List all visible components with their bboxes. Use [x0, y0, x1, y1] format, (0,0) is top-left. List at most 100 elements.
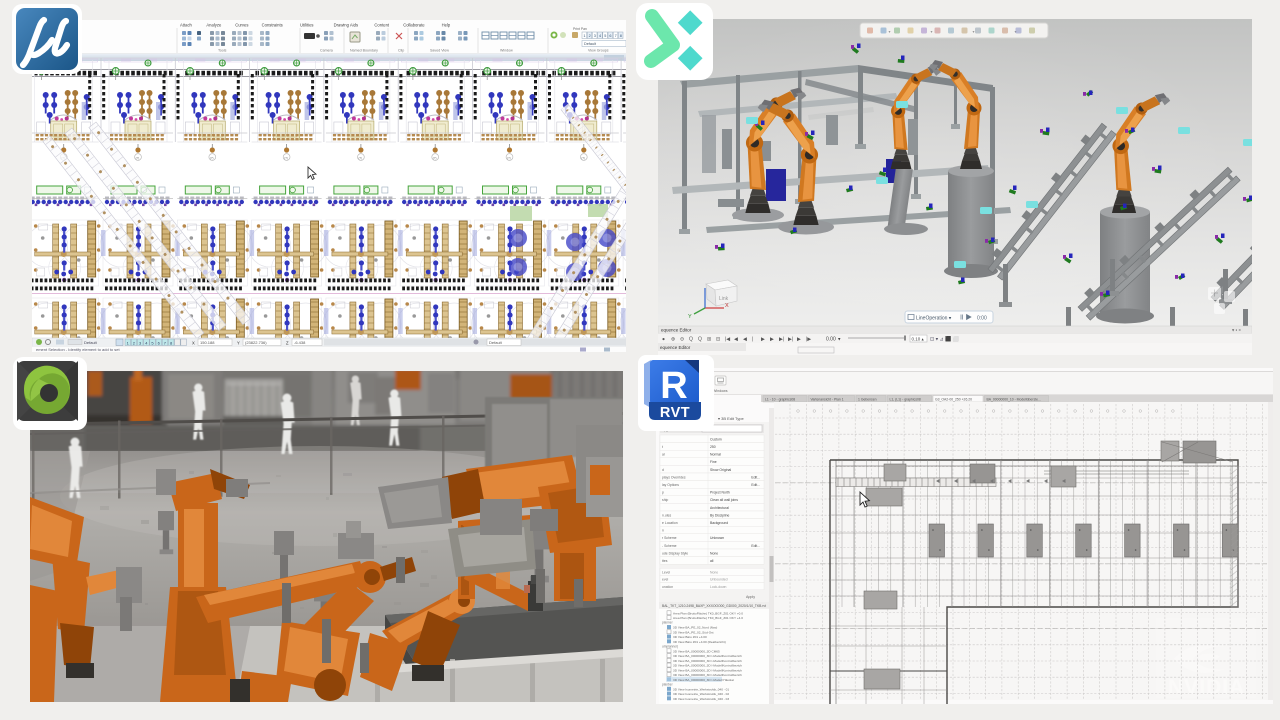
- svg-text:al: al: [662, 453, 665, 457]
- svg-text:None: None: [710, 551, 718, 555]
- svg-text:3D View BA_00000000_3D I-Mode: 3D View BA_00000000_3D I-Modell Häuslat: [673, 678, 734, 682]
- svg-text:3D View BA_PE_02_Süd-Ost: 3D View BA_PE_02_Süd-Ost: [673, 630, 714, 634]
- svg-text:3D View BA_00000000_3D I-Mode: 3D View BA_00000000_3D I-ModellKontrollb…: [673, 668, 742, 672]
- svg-text:3D View BA_PE_02_Nord (Nav): 3D View BA_PE_02_Nord (Nav): [673, 626, 717, 630]
- svg-text:▶: ▶: [761, 337, 765, 343]
- svg-text:None: None: [710, 570, 718, 574]
- svg-text:7: 7: [615, 34, 617, 38]
- svg-text:0.00: 0.00: [826, 337, 836, 343]
- svg-text:Custom: Custom: [710, 437, 722, 441]
- svg-text:Unknown: Unknown: [710, 536, 724, 540]
- svg-text:d: d: [662, 468, 664, 472]
- svg-text:2: 2: [589, 34, 591, 38]
- svg-text:ude Display Style: ude Display Style: [662, 551, 688, 555]
- svg-text:▾: ▾: [931, 29, 933, 34]
- svg-text:planner: planner: [662, 621, 674, 625]
- svg-text:150.188: 150.188: [200, 340, 215, 345]
- svg-text:Saved View: Saved View: [430, 49, 449, 53]
- svg-text:X: X: [725, 303, 729, 309]
- svg-text:3D View Isometrie_Werkstruktk: 3D View Isometrie_Werkstruktk_040 - 01: [673, 687, 729, 691]
- svg-text:Edit...: Edit...: [751, 544, 760, 548]
- svg-text:lay Options: lay Options: [662, 483, 679, 487]
- svg-text:▶|: ▶|: [788, 337, 793, 343]
- svg-text:Default: Default: [489, 340, 503, 345]
- svg-text:Constraints: Constraints: [262, 23, 283, 28]
- svg-text:Analyze: Analyze: [206, 23, 222, 28]
- svg-text:ement Selection - Identify ele: ement Selection - Identify element to ad…: [36, 347, 120, 352]
- svg-text:Utilities: Utilities: [300, 23, 314, 28]
- svg-text:Edit...: Edit...: [751, 483, 760, 487]
- svg-text:Window: Window: [500, 49, 513, 53]
- svg-text:Drawing Aids: Drawing Aids: [334, 23, 358, 28]
- svg-text:By Discipline: By Discipline: [710, 513, 730, 517]
- svg-text:Curves: Curves: [235, 23, 248, 28]
- svg-text:Print Pan: Print Pan: [573, 27, 587, 31]
- svg-text:ship: ship: [662, 498, 668, 502]
- svg-text:⊞: ⊞: [707, 337, 711, 343]
- svg-text:Edit...: Edit...: [751, 475, 760, 479]
- svg-text:L1 - 10 - graphics08: L1 - 10 - graphics08: [765, 398, 795, 402]
- svg-text:3D View BA_00000000_3D I-Mode: 3D View BA_00000000_3D I-ModellKontrollb…: [673, 654, 742, 658]
- svg-text:▾ 3B Edit Type: ▾ 3B Edit Type: [718, 416, 745, 421]
- svg-text:3D View BA_00000000_3D CM65: 3D View BA_00000000_3D CM65: [673, 649, 720, 653]
- svg-text:▶|: ▶|: [779, 337, 784, 343]
- svg-text:Help: Help: [442, 23, 451, 28]
- svg-text:⊕: ⊕: [671, 337, 675, 343]
- svg-text:3D View BA_00000000_3D I-Mode: 3D View BA_00000000_3D I-ModellKontrollb…: [673, 673, 742, 677]
- svg-text:Normal: Normal: [710, 453, 721, 457]
- svg-text:-6.438: -6.438: [294, 340, 306, 345]
- svg-text:▶: ▶: [770, 337, 774, 343]
- svg-text:r Scheme: r Scheme: [662, 536, 677, 540]
- svg-text:◀: ◀: [743, 337, 747, 343]
- svg-text:0:00: 0:00: [977, 316, 987, 322]
- svg-text:p: p: [662, 491, 664, 495]
- svg-text:Default: Default: [584, 42, 597, 46]
- svg-text:Clean all wall joins: Clean all wall joins: [710, 498, 738, 502]
- svg-text:Show Original: Show Original: [710, 468, 731, 472]
- svg-text:plays Overrides: plays Overrides: [662, 475, 686, 479]
- svg-text:L1, (L1) - graphics08: L1, (L1) - graphics08: [890, 398, 921, 402]
- svg-text:BA_00000000_10 - Modellüberste: BA_00000000_10 - Modellüberste...: [987, 398, 1041, 402]
- svg-text:4: 4: [599, 34, 601, 38]
- svg-text:⊟: ⊟: [716, 337, 720, 343]
- svg-text:Camera: Camera: [320, 49, 333, 53]
- svg-text:3D View BA_00000000_3D I-Mode: 3D View BA_00000000_3D I-ModellKontrollb…: [673, 659, 742, 663]
- svg-text:3D View Bäro Z01 +4.00 (Realb: 3D View Bäro Z01 +4.00 (Realbezicht): [673, 640, 726, 644]
- svg-text:Content: Content: [374, 23, 390, 28]
- svg-text:0.10 ▴: 0.10 ▴: [912, 337, 925, 342]
- svg-text:t: t: [662, 445, 663, 449]
- svg-text:LineOperation ▾: LineOperation ▾: [916, 316, 952, 322]
- svg-text:3D View Isometrie_Werkstruktk: 3D View Isometrie_Werkstruktk_040 - 02: [673, 692, 729, 696]
- svg-text:unation: unation: [662, 585, 673, 589]
- svg-text:n: n: [662, 529, 664, 533]
- svg-text:Clip: Clip: [398, 49, 404, 53]
- svg-text:G3_OA2-00_250 +26.20: G3_OA2-00_250 +26.20: [935, 398, 972, 402]
- svg-text:Windows: Windows: [713, 389, 728, 393]
- svg-text:Fine: Fine: [710, 460, 717, 464]
- svg-text:Q: Q: [698, 337, 702, 343]
- svg-text:5: 5: [604, 34, 606, 38]
- svg-text:R: R: [660, 365, 687, 407]
- svg-text:all: all: [710, 559, 714, 563]
- svg-text:planber: planber: [662, 682, 674, 686]
- svg-text:Named Boundary: Named Boundary: [350, 49, 378, 53]
- svg-text:3D View Bäro Z01 +4.00: 3D View Bäro Z01 +4.00: [673, 635, 707, 639]
- svg-text:|◀: |◀: [725, 337, 730, 343]
- svg-text:Lock-down: Lock-down: [710, 585, 727, 589]
- svg-text:View Groups: View Groups: [588, 49, 609, 53]
- svg-text:Collaborate: Collaborate: [403, 23, 425, 28]
- svg-text:◀: ◀: [734, 337, 738, 343]
- svg-text:Vartenansicht - Plan 1: Vartenansicht - Plan 1: [811, 398, 844, 402]
- svg-text:▾ ▪ ×: ▾ ▪ ×: [1232, 328, 1241, 333]
- svg-text:|: |: [752, 337, 753, 343]
- svg-text:3: 3: [594, 34, 596, 38]
- svg-text:NVIDIA: NVIDIA: [1168, 676, 1245, 699]
- svg-text:▶: ▶: [797, 337, 801, 343]
- svg-text:Background: Background: [710, 521, 728, 525]
- svg-text:evel: evel: [662, 578, 668, 582]
- svg-text:ttes: ttes: [662, 559, 668, 563]
- svg-text:8: 8: [620, 34, 622, 38]
- svg-text:Area Plan (BruttoFläche) TK0_: Area Plan (BruttoFläche) TK0_BGF_Z01 OKY…: [673, 616, 743, 620]
- svg-text:umplanner): umplanner): [662, 644, 678, 648]
- svg-text:Architectural: Architectural: [710, 506, 729, 510]
